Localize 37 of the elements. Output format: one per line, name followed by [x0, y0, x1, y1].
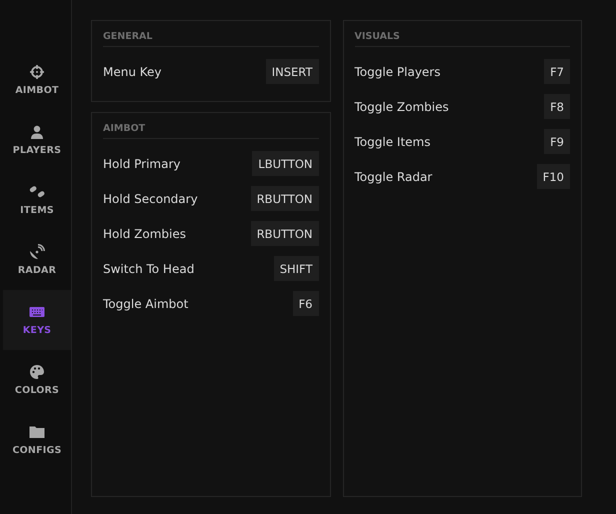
- key-button[interactable]: F6: [292, 291, 318, 316]
- section-title: VISUALS: [354, 31, 570, 47]
- key-button[interactable]: SHIFT: [274, 256, 318, 281]
- key-button[interactable]: F7: [544, 59, 570, 84]
- satellite-dish-icon: [29, 244, 45, 260]
- key-button[interactable]: F9: [544, 129, 570, 154]
- sidebar-item[interactable]: PLAYERS: [3, 110, 71, 170]
- key-button[interactable]: F10: [536, 164, 570, 189]
- key-button[interactable]: INSERT: [266, 59, 318, 84]
- key-button[interactable]: RBUTTON: [250, 221, 318, 246]
- sidebar-item[interactable]: CONFIGS: [3, 410, 71, 470]
- pills-icon: [29, 184, 45, 200]
- keybind-label: Switch To Head: [103, 262, 194, 276]
- section-title: AIMBOT: [103, 123, 318, 139]
- section-title: GENERAL: [103, 31, 318, 47]
- key-button[interactable]: RBUTTON: [250, 186, 318, 211]
- key-button[interactable]: F8: [544, 94, 570, 119]
- folder-icon: [29, 424, 45, 440]
- keybind-label: Hold Primary: [103, 156, 181, 170]
- keybind-label: Toggle Items: [354, 134, 430, 148]
- keybind-label: Hold Zombies: [103, 226, 186, 240]
- sidebar-item[interactable]: AIMBOT: [3, 50, 71, 110]
- sidebar-item[interactable]: COLORS: [3, 350, 71, 410]
- keybind-label: Toggle Aimbot: [103, 296, 188, 310]
- keybind-label: Hold Secondary: [103, 192, 198, 206]
- keyboard-icon: [29, 304, 45, 320]
- keybind-label: Toggle Zombies: [354, 100, 449, 114]
- key-button[interactable]: LBUTTON: [252, 151, 318, 176]
- keybind-label: Menu Key: [103, 64, 162, 78]
- keybind-label: Toggle Players: [354, 64, 440, 78]
- person-icon: [29, 124, 45, 140]
- palette-icon: [29, 364, 45, 380]
- crosshair-icon: [29, 64, 45, 80]
- sidebar-item[interactable]: RADAR: [3, 230, 71, 290]
- keybind-label: Toggle Radar: [354, 170, 432, 184]
- sidebar-item[interactable]: ITEMS: [3, 170, 71, 230]
- sidebar-item[interactable]: KEYS: [3, 290, 71, 350]
